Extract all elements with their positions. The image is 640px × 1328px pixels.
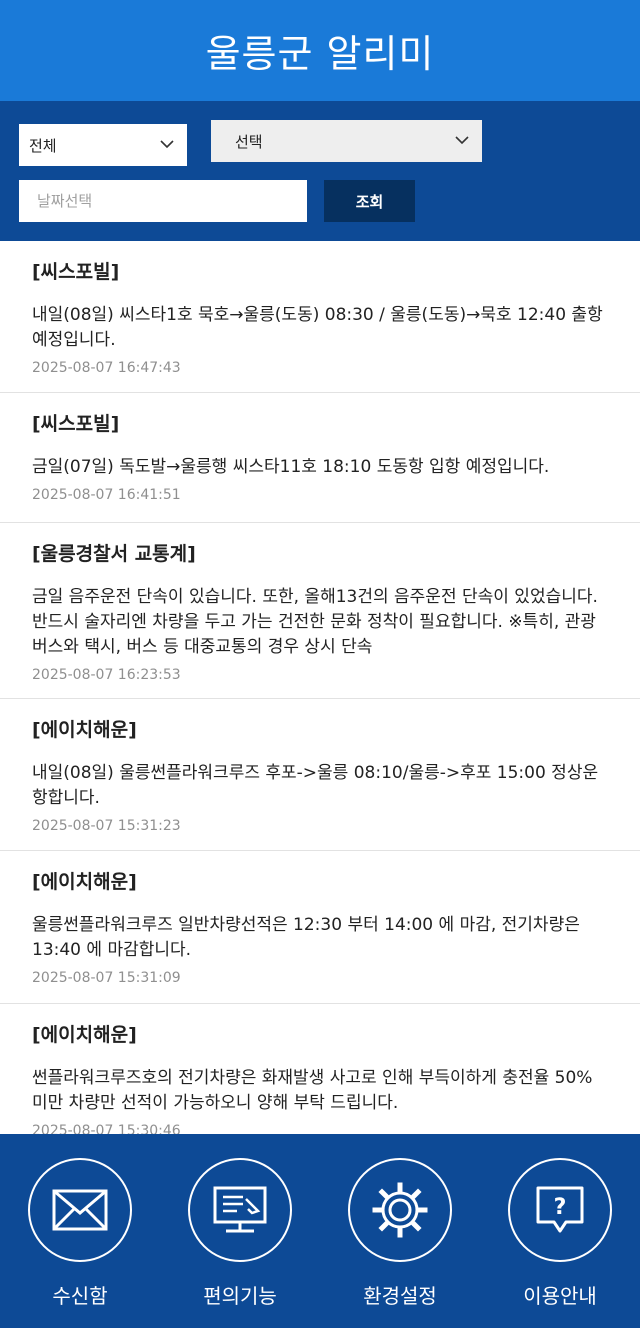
envelope-icon	[28, 1158, 132, 1262]
app-title: 울릉군 알리미	[205, 32, 435, 76]
category-select-value: 전체	[29, 136, 57, 155]
nav-label: 이용안내	[523, 1284, 597, 1308]
nav-help-button[interactable]: ? 이용안내	[480, 1134, 640, 1328]
filter-panel: 전체 선택 조회	[0, 101, 640, 241]
message-title: [에이치해운]	[32, 871, 137, 893]
message-date: 2025-08-07 16:47:43	[32, 360, 181, 376]
search-button[interactable]: 조회	[324, 180, 415, 222]
message-title: [씨스포빌]	[32, 413, 120, 435]
type-select-value: 선택	[235, 132, 263, 151]
message-list[interactable]: [씨스포빌] 내일(08일) 씨스타1호 묵호→울릉(도동) 08:30 / 울…	[0, 241, 640, 1134]
chevron-down-icon	[455, 136, 469, 145]
message-body: 내일(08일) 씨스타1호 묵호→울릉(도동) 08:30 / 울릉(도동)→묵…	[32, 305, 603, 350]
svg-text:?: ?	[554, 1195, 567, 1220]
nav-label: 환경설정	[363, 1284, 437, 1308]
message-title: [씨스포빌]	[32, 261, 120, 283]
message-body: 금일(07일) 독도발→울릉행 씨스타11호 18:10 도동항 입항 예정입니…	[32, 457, 550, 477]
message-date: 2025-08-07 16:41:51	[32, 487, 181, 503]
list-item[interactable]: [에이치해운] 내일(08일) 울릉썬플라워크루즈 후포->울릉 08:10/울…	[0, 699, 640, 851]
list-item[interactable]: [씨스포빌] 금일(07일) 독도발→울릉행 씨스타11호 18:10 도동항 …	[0, 393, 640, 523]
gear-icon	[348, 1158, 452, 1262]
message-date: 2025-08-07 15:31:23	[32, 818, 181, 834]
nav-tools-button[interactable]: 편의기능	[160, 1134, 320, 1328]
message-date: 2025-08-07 15:31:09	[32, 970, 181, 986]
list-item[interactable]: [에이치해운] 울릉썬플라워크루즈 일반차량선적은 12:30 부터 14:00…	[0, 851, 640, 1004]
type-select[interactable]: 선택	[211, 120, 482, 162]
message-title: [에이치해운]	[32, 719, 137, 741]
help-icon: ?	[508, 1158, 612, 1262]
app-header: 울릉군 알리미	[0, 0, 640, 101]
nav-inbox-button[interactable]: 수신함	[0, 1134, 160, 1328]
message-body: 울릉썬플라워크루즈 일반차량선적은 12:30 부터 14:00 에 마감, 전…	[32, 915, 580, 960]
message-date: 2025-08-07 16:23:53	[32, 667, 181, 683]
nav-settings-button[interactable]: 환경설정	[320, 1134, 480, 1328]
message-body: 금일 음주운전 단속이 있습니다. 또한, 올해13건의 음주운전 단속이 있었…	[32, 587, 598, 657]
message-title: [울릉경찰서 교통계]	[32, 543, 196, 565]
message-date: 2025-08-07 15:30:46	[32, 1123, 181, 1134]
message-title: [에이치해운]	[32, 1024, 137, 1046]
list-item[interactable]: [에이치해운] 썬플라워크루즈호의 전기차량은 화재발생 사고로 인해 부득이하…	[0, 1004, 640, 1134]
date-input[interactable]	[19, 180, 307, 222]
nav-label: 편의기능	[203, 1284, 277, 1308]
monitor-icon	[188, 1158, 292, 1262]
list-item[interactable]: [씨스포빌] 내일(08일) 씨스타1호 묵호→울릉(도동) 08:30 / 울…	[0, 241, 640, 393]
category-select[interactable]: 전체	[19, 124, 187, 166]
nav-label: 수신함	[52, 1284, 108, 1308]
message-body: 내일(08일) 울릉썬플라워크루즈 후포->울릉 08:10/울릉->후포 15…	[32, 763, 599, 808]
bottom-nav: 수신함 편의기능 환경설정 ? 이용안내	[0, 1134, 640, 1328]
message-body: 썬플라워크루즈호의 전기차량은 화재발생 사고로 인해 부득이하게 충전율 50…	[32, 1068, 593, 1113]
chevron-down-icon	[160, 140, 174, 149]
list-item[interactable]: [울릉경찰서 교통계] 금일 음주운전 단속이 있습니다. 또한, 올해13건의…	[0, 523, 640, 699]
